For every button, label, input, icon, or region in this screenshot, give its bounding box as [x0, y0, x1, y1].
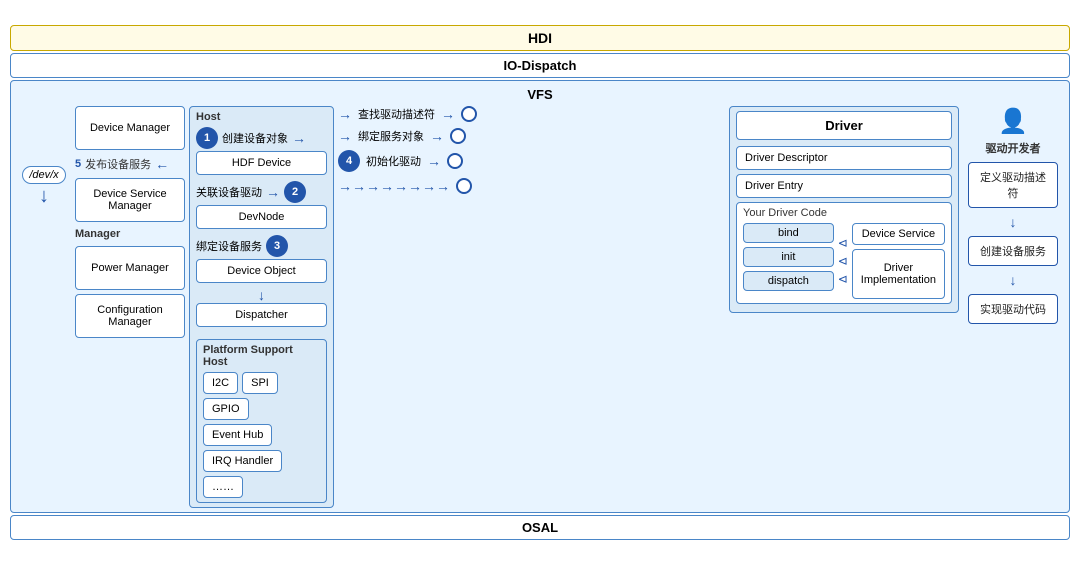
platform-items: I2C SPI GPIO Event Hub IRQ Handler ……	[203, 372, 320, 498]
platform-gpio: GPIO	[203, 398, 249, 420]
vfs-title: VFS	[17, 87, 1063, 102]
find-driver-label: 查找驱动描述符	[358, 106, 435, 122]
host-label: Host	[196, 111, 327, 123]
developer-column: 👤 驱动开发者 定义驱动描述符 ↓ 创建设备服务 ↓ 实现驱动代码	[963, 106, 1063, 328]
device-manager-box: Device Manager	[75, 106, 185, 150]
step-1-label: 创建设备对象	[222, 130, 288, 146]
hdi-label: HDI	[528, 30, 552, 46]
bind-device-service-label: 绑定设备服务	[196, 238, 262, 254]
hdi-layer: HDI	[10, 25, 1070, 51]
osal-label: OSAL	[522, 520, 558, 535]
circle-node-1	[461, 106, 477, 122]
step-4-circle: 4	[338, 150, 360, 172]
driver-code-inner: bind init dispatch ⊲ ⊲ ⊲	[743, 223, 945, 299]
driver-code-left: bind init dispatch	[743, 223, 834, 299]
platform-eventhub: Event Hub	[203, 424, 272, 446]
fn-bind: bind	[743, 223, 834, 243]
driver-implementation-box: Driver Implementation	[852, 249, 945, 299]
circle-node-2	[450, 128, 466, 144]
circle-node-4	[456, 178, 472, 194]
manager-column: Device Manager 5 发布设备服务 ← Device Service…	[75, 106, 185, 338]
diagram-wrapper: HDI IO-Dispatch VFS /dev/x ↓ Device Mana…	[10, 25, 1070, 540]
io-dispatch-layer: IO-Dispatch	[10, 53, 1070, 78]
device-service-box: Device Service	[852, 223, 945, 245]
dev-arrow-2: ↓	[1010, 272, 1017, 288]
devx-badge: /dev/x	[22, 166, 65, 184]
center-area: → 查找驱动描述符 → → 绑定服务对象 → 4	[338, 106, 725, 194]
devx-arrow-down: ↓	[39, 186, 49, 206]
arrow-down-1: ↓	[196, 288, 327, 302]
dispatcher-box: Dispatcher	[196, 303, 327, 327]
platform-more: ……	[203, 476, 243, 498]
fn-dispatch: dispatch	[743, 271, 834, 291]
device-service-manager-box: Device Service Manager	[75, 178, 185, 222]
bind-service-label: 绑定服务对象	[358, 128, 424, 144]
platform-irq: IRQ Handler	[203, 450, 282, 472]
dev-step-2: 创建设备服务	[968, 236, 1058, 266]
platform-spi: SPI	[242, 372, 278, 394]
devnode-box: DevNode	[196, 205, 327, 229]
driver-column: Driver Driver Descriptor Driver Entry Yo…	[729, 106, 959, 313]
associate-driver-label: 关联设备驱动	[196, 184, 262, 200]
platform-title: Platform Support Host	[203, 344, 320, 368]
platform-i2c: I2C	[203, 372, 238, 394]
developer-avatar: 👤	[998, 110, 1028, 134]
driver-code-box: Your Driver Code bind init dispatch	[736, 202, 952, 304]
developer-label: 驱动开发者	[986, 140, 1041, 156]
hdf-device-box: HDF Device	[196, 151, 327, 175]
driver-title: Driver	[736, 111, 952, 140]
device-object-box: Device Object	[196, 259, 327, 283]
io-dispatch-label: IO-Dispatch	[504, 58, 577, 73]
circle-node-3	[447, 153, 463, 169]
step-3-circle: 3	[266, 235, 288, 257]
driver-impl-label: Driver Implementation	[861, 262, 936, 286]
step-2-circle: 2	[284, 181, 306, 203]
host-column: Host 1 创建设备对象 → HDF Device 关联设备驱动 →	[189, 106, 334, 508]
platform-support: Platform Support Host I2C SPI GPIO Event…	[196, 339, 327, 503]
dev-step-3: 实现驱动代码	[968, 294, 1058, 324]
dev-step-1: 定义驱动描述符	[968, 162, 1058, 208]
step-1-circle: 1	[196, 127, 218, 149]
init-driver-label: 初始化驱动	[366, 153, 421, 169]
dev-arrow-1: ↓	[1010, 214, 1017, 230]
configuration-manager-box: Configuration Manager	[75, 294, 185, 338]
power-manager-box: Power Manager	[75, 246, 185, 290]
driver-descriptor: Driver Descriptor	[736, 146, 952, 170]
osal-layer: OSAL	[10, 515, 1070, 540]
driver-entry: Driver Entry	[736, 174, 952, 198]
vfs-layer: VFS /dev/x ↓ Device Manager 5 发布设备服务 ←	[10, 80, 1070, 513]
fn-init: init	[743, 247, 834, 267]
driver-code-title: Your Driver Code	[743, 207, 945, 219]
